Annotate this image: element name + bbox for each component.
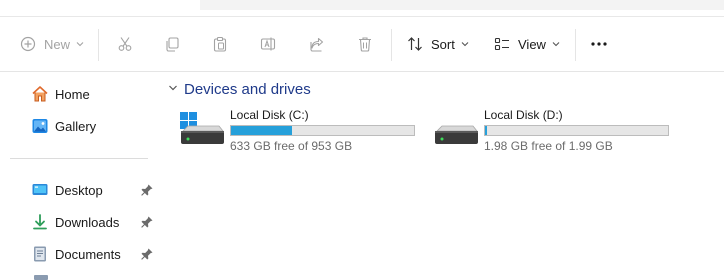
documents-icon (30, 244, 50, 264)
view-list-icon (494, 36, 510, 52)
view-label: View (518, 36, 546, 52)
drive-free-space: 633 GB free of 953 GB (230, 139, 353, 153)
trash-icon (357, 36, 373, 52)
chevron-down-icon (168, 80, 178, 98)
scissors-icon (117, 36, 133, 52)
chevron-down-icon (76, 40, 84, 48)
toolbar-separator (575, 29, 576, 61)
more-options-button[interactable] (590, 17, 608, 71)
sidebar-divider (10, 158, 148, 159)
rename-button[interactable] (260, 17, 276, 71)
desktop-icon (30, 180, 50, 200)
sidebar-item-documents[interactable]: Documents (30, 242, 121, 266)
pin-icon[interactable] (140, 215, 154, 229)
new-label: New (44, 36, 71, 52)
sidebar-item-downloads[interactable]: Downloads (30, 210, 119, 234)
home-icon (30, 84, 50, 104)
chevron-down-icon (552, 40, 560, 48)
group-title: Devices and drives (184, 80, 311, 98)
drive-tile-d[interactable]: Local Disk (D:) 1.98 GB free of 1.99 GB (434, 108, 674, 160)
new-button[interactable]: New (20, 17, 84, 71)
pin-icon[interactable] (140, 247, 154, 261)
sidebar-item-label: Downloads (55, 214, 120, 230)
sort-button[interactable]: Sort (407, 17, 469, 71)
share-icon (309, 36, 325, 52)
sidebar-item-label: Desktop (55, 182, 103, 198)
group-header-devices[interactable]: Devices and drives (168, 80, 311, 98)
drive-usage-fill (231, 126, 293, 135)
chevron-down-icon (461, 40, 469, 48)
copy-button[interactable] (164, 17, 180, 71)
view-button[interactable]: View (494, 17, 560, 71)
command-bar: New Sort View (0, 17, 724, 72)
sidebar-item-label: Gallery (55, 118, 97, 134)
pin-icon[interactable] (140, 183, 154, 197)
rename-icon (260, 36, 276, 52)
gallery-icon (30, 116, 50, 136)
navigation-pane: Home Gallery Desktop Downloads Documents (0, 72, 158, 280)
sort-label: Sort (431, 36, 455, 52)
sidebar-item-desktop[interactable]: Desktop (30, 178, 103, 202)
sidebar-item-label: Documents (55, 246, 121, 262)
paste-button[interactable] (212, 17, 228, 71)
plus-circle-icon (20, 36, 36, 52)
sidebar-item-home[interactable]: Home (30, 82, 90, 106)
drive-name: Local Disk (D:) (484, 108, 563, 122)
next-item-icon (34, 275, 48, 280)
drive-usage-bar (484, 125, 669, 136)
toolbar-separator (391, 29, 392, 61)
cut-button[interactable] (117, 17, 133, 71)
drive-name: Local Disk (C:) (230, 108, 309, 122)
delete-button[interactable] (357, 17, 373, 71)
sort-icon (407, 36, 423, 52)
drive-free-space: 1.98 GB free of 1.99 GB (484, 139, 613, 153)
system-drive-icon (180, 112, 226, 152)
clipboard-icon (212, 36, 228, 52)
sidebar-item-label: Home (55, 86, 90, 102)
content-pane: Devices and drives Local Disk (C:) 633 G… (158, 72, 724, 280)
share-button[interactable] (309, 17, 325, 71)
more-icon (590, 41, 608, 47)
toolbar-separator (98, 29, 99, 61)
drive-usage-fill (485, 126, 487, 135)
downloads-icon (30, 212, 50, 232)
hard-drive-icon (434, 112, 480, 152)
copy-icon (164, 36, 180, 52)
drive-usage-bar (230, 125, 415, 136)
drive-tile-c[interactable]: Local Disk (C:) 633 GB free of 953 GB (180, 108, 420, 160)
top-strip (0, 0, 724, 17)
address-area (200, 0, 724, 10)
sidebar-item-gallery[interactable]: Gallery (30, 114, 96, 138)
